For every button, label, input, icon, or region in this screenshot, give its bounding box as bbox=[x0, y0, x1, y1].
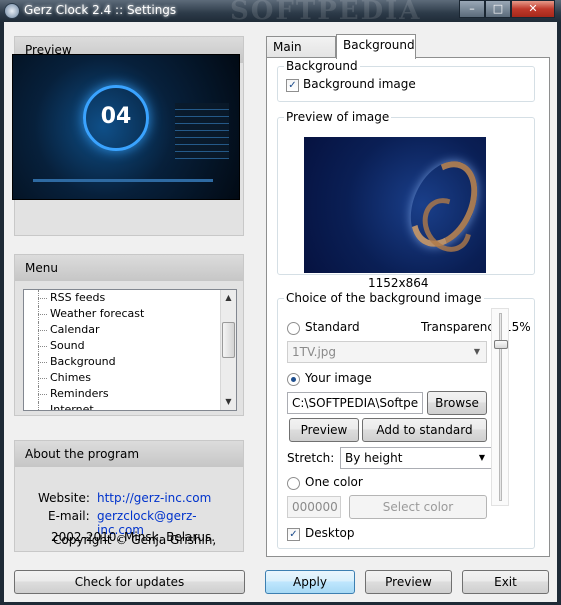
settings-window-body: Preview 04 Menu RSS feeds Weather foreca… bbox=[4, 22, 557, 602]
image-resolution: 1152x864 bbox=[368, 276, 429, 290]
your-image-radio[interactable] bbox=[287, 373, 300, 386]
preview-image-button[interactable]: Preview bbox=[289, 418, 359, 442]
status-strip bbox=[33, 179, 213, 182]
minimize-button[interactable]: – bbox=[459, 0, 485, 18]
standard-image-value: 1TV.jpg bbox=[292, 345, 337, 359]
standard-radio[interactable] bbox=[287, 322, 300, 335]
clock-preview-image: 04 bbox=[12, 54, 240, 200]
menu-item-background[interactable]: Background bbox=[24, 354, 220, 370]
exit-button[interactable]: Exit bbox=[462, 570, 549, 594]
menu-item-sound[interactable]: Sound bbox=[24, 338, 220, 354]
color-hex-input[interactable]: 000000 bbox=[287, 496, 341, 518]
one-color-label: One color bbox=[305, 475, 363, 489]
desktop-checkbox[interactable]: ✓ bbox=[287, 528, 300, 541]
background-image-checkbox[interactable]: ✓ bbox=[286, 79, 299, 92]
stretch-select[interactable]: By height ▼ bbox=[340, 447, 492, 469]
email-label: E-mail: bbox=[48, 509, 90, 523]
transparency-label: Transparency bbox=[421, 320, 502, 334]
window-title: Gerz Clock 2.4 :: Settings bbox=[24, 3, 177, 17]
clock-digits: 04 bbox=[100, 104, 132, 129]
scroll-thumb[interactable] bbox=[222, 322, 235, 358]
image-path-input[interactable]: C:\SOFTPEDIA\Softpe bbox=[287, 392, 423, 414]
menu-item-chimes[interactable]: Chimes bbox=[24, 370, 220, 386]
menu-scrollbar[interactable]: ▲ ▼ bbox=[220, 290, 236, 410]
menu-panel: Menu RSS feeds Weather forecast Calendar… bbox=[14, 254, 244, 416]
background-image-preview bbox=[304, 137, 486, 273]
stretch-label: Stretch: bbox=[287, 451, 335, 465]
dropdown-arrow-icon: ▼ bbox=[478, 453, 486, 462]
close-button[interactable]: ✕ bbox=[511, 0, 555, 18]
about-heading: About the program bbox=[15, 441, 243, 467]
clock-app-icon bbox=[4, 3, 20, 19]
browse-button[interactable]: Browse bbox=[427, 391, 487, 415]
transparency-slider[interactable] bbox=[491, 308, 509, 506]
scroll-down-arrow-icon[interactable]: ▼ bbox=[221, 394, 236, 410]
standard-label: Standard bbox=[305, 320, 360, 334]
menu-heading: Menu bbox=[15, 255, 243, 281]
tab-main-page[interactable]: Main page bbox=[266, 36, 336, 68]
maximize-button[interactable]: □ bbox=[485, 0, 511, 18]
background-group-title: Background bbox=[284, 59, 360, 73]
dropdown-arrow-icon: ▼ bbox=[473, 347, 481, 356]
select-color-button[interactable]: Select color bbox=[349, 495, 487, 519]
check-updates-button[interactable]: Check for updates bbox=[14, 570, 245, 594]
menu-item-rss-feeds[interactable]: RSS feeds bbox=[24, 290, 220, 306]
background-image-label: Background image bbox=[303, 77, 416, 91]
menu-tree-list[interactable]: RSS feeds Weather forecast Calendar Soun… bbox=[23, 289, 237, 411]
image-preview-group-title: Preview of image bbox=[284, 110, 392, 124]
website-link[interactable]: http://gerz-inc.com bbox=[97, 491, 211, 505]
calendar-widget bbox=[175, 103, 229, 159]
choice-group-title: Choice of the background image bbox=[284, 291, 484, 305]
standard-image-select[interactable]: 1TV.jpg ▼ bbox=[287, 341, 487, 363]
add-to-standard-button[interactable]: Add to standard bbox=[362, 418, 487, 442]
tab-background[interactable]: Background bbox=[336, 34, 416, 59]
menu-item-calendar[interactable]: Calendar bbox=[24, 322, 220, 338]
slider-thumb[interactable] bbox=[494, 339, 508, 349]
clock-face: 04 bbox=[83, 85, 149, 151]
your-image-label: Your image bbox=[305, 371, 372, 385]
website-label: Website: bbox=[38, 491, 90, 505]
copyright-line-2: 2002-2010. Minsk, Belarus. bbox=[51, 530, 216, 544]
background-group: Background ✓ Background image bbox=[277, 59, 535, 102]
menu-item-internet[interactable]: Internet bbox=[24, 402, 220, 410]
one-color-radio[interactable] bbox=[287, 477, 300, 490]
scroll-up-arrow-icon[interactable]: ▲ bbox=[221, 290, 236, 306]
background-tab-page: Background ✓ Background image Preview of… bbox=[266, 57, 550, 557]
preview-button[interactable]: Preview bbox=[365, 570, 452, 594]
apply-button[interactable]: Apply bbox=[265, 570, 355, 594]
title-bar: Gerz Clock 2.4 :: Settings SOFTPEDIA – □… bbox=[0, 0, 561, 26]
menu-item-weather-forecast[interactable]: Weather forecast bbox=[24, 306, 220, 322]
stretch-value: By height bbox=[345, 451, 403, 465]
desktop-label: Desktop bbox=[305, 526, 355, 540]
menu-item-reminders[interactable]: Reminders bbox=[24, 386, 220, 402]
